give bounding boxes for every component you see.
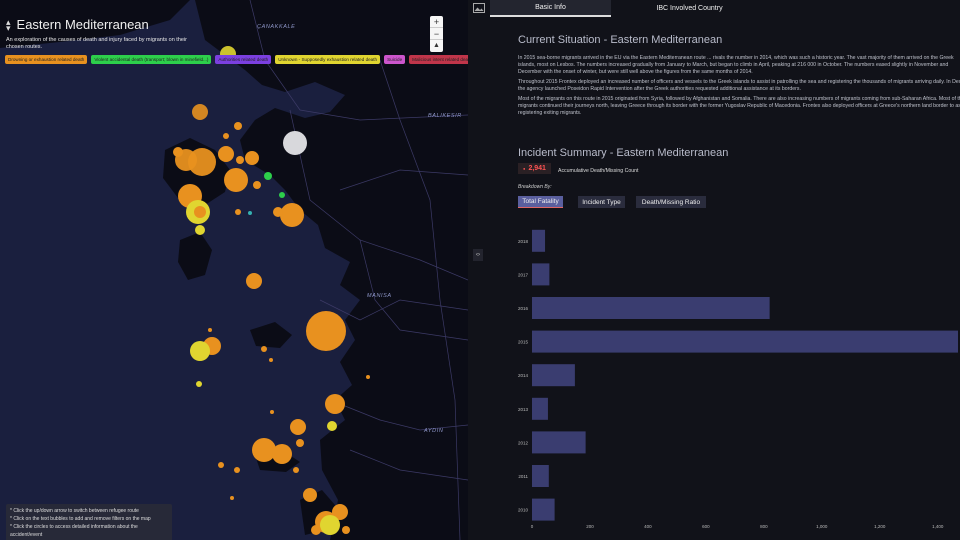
incident-marker[interactable] bbox=[320, 515, 340, 535]
incident-marker[interactable] bbox=[303, 488, 317, 502]
incident-marker[interactable] bbox=[196, 381, 202, 387]
incident-marker[interactable] bbox=[290, 419, 306, 435]
fatality-bar-chart: 2018 2017 2016 2015 2014 2013 2012 2011 2010 0 200… bbox=[518, 229, 958, 529]
bar-2014[interactable] bbox=[532, 364, 575, 387]
incident-marker[interactable] bbox=[270, 410, 274, 414]
incident-marker[interactable] bbox=[224, 168, 248, 192]
incident-marker[interactable] bbox=[208, 328, 212, 332]
info-panel: Basic Info IBC Involved Country ‹› Curre… bbox=[468, 0, 960, 540]
incident-marker[interactable] bbox=[269, 358, 273, 362]
x-tick-label: 0 bbox=[531, 524, 534, 529]
map-view[interactable]: ▴ ▾ Eastern Mediterranean An exploration… bbox=[0, 0, 468, 540]
incident-marker[interactable] bbox=[246, 273, 262, 289]
filter-chip-authorities[interactable]: Authorities related death bbox=[215, 55, 272, 64]
y-tick-label: 2015 bbox=[518, 340, 529, 345]
incident-marker[interactable] bbox=[192, 104, 208, 120]
bar-2013[interactable] bbox=[532, 397, 548, 420]
incident-marker[interactable] bbox=[234, 122, 242, 130]
incident-marker[interactable] bbox=[248, 211, 252, 215]
incident-marker[interactable] bbox=[235, 209, 241, 215]
instruction-line: * Click on the text bubbles to add and r… bbox=[10, 516, 151, 522]
incident-marker[interactable] bbox=[283, 131, 307, 155]
incident-marker[interactable] bbox=[223, 133, 229, 139]
incident-marker[interactable] bbox=[273, 207, 283, 217]
y-tick-label: 2012 bbox=[518, 440, 529, 445]
bar-2018[interactable] bbox=[532, 229, 546, 252]
route-title: Eastern Mediterranean bbox=[16, 17, 149, 32]
bar-2011[interactable] bbox=[532, 465, 549, 487]
y-tick-label: 2011 bbox=[518, 474, 528, 479]
island-chios bbox=[178, 232, 212, 280]
y-tick-label: 2014 bbox=[518, 373, 529, 378]
route-down-arrow-icon[interactable]: ▾ bbox=[6, 23, 11, 32]
y-tick-label: 2013 bbox=[518, 407, 529, 412]
incident-marker[interactable] bbox=[190, 341, 210, 361]
land-turkey bbox=[195, 0, 468, 540]
incident-marker[interactable] bbox=[245, 151, 259, 165]
incident-marker[interactable] bbox=[194, 206, 206, 218]
incident-marker[interactable] bbox=[253, 181, 261, 189]
bar-2015[interactable] bbox=[532, 330, 958, 353]
filter-chip-unknown[interactable]: Unknown - Supposedly exhaustion related … bbox=[275, 55, 381, 64]
incident-marker[interactable] bbox=[306, 311, 346, 351]
incident-marker[interactable] bbox=[272, 444, 292, 464]
instruction-line: * Click the up/down arrow to switch betw… bbox=[10, 508, 139, 514]
incident-marker[interactable] bbox=[296, 439, 304, 447]
filter-chip-drowning[interactable]: Drowning or exhaustion related death bbox=[5, 55, 88, 64]
bar-2016[interactable] bbox=[532, 297, 770, 319]
incident-marker[interactable] bbox=[280, 203, 304, 227]
place-label: MANISA bbox=[367, 293, 392, 299]
y-tick-label: 2016 bbox=[518, 306, 529, 311]
zoom-in-button[interactable]: + bbox=[430, 16, 443, 28]
bar-2017[interactable] bbox=[532, 263, 550, 286]
x-tick-label: 800 bbox=[760, 524, 768, 529]
x-tick-label: 600 bbox=[702, 524, 710, 529]
incident-marker[interactable] bbox=[293, 467, 299, 473]
incident-marker[interactable] bbox=[236, 156, 244, 164]
place-label: ÇANAKKALE bbox=[257, 24, 296, 30]
incident-marker[interactable] bbox=[311, 525, 321, 535]
island-samos bbox=[250, 322, 292, 348]
incident-marker[interactable] bbox=[279, 192, 285, 198]
y-tick-label: 2017 bbox=[518, 272, 529, 277]
place-label: BALIKESIR bbox=[428, 113, 462, 119]
incident-marker[interactable] bbox=[218, 146, 234, 162]
instruction-line: * Click the circles to access detailed i… bbox=[10, 524, 138, 538]
incident-marker[interactable] bbox=[230, 496, 234, 500]
incident-marker[interactable] bbox=[188, 148, 216, 176]
incident-marker[interactable] bbox=[218, 462, 224, 468]
route-description: An exploration of the causes of death an… bbox=[6, 37, 187, 50]
x-tick-label: 400 bbox=[644, 524, 652, 529]
place-label: AYDIN bbox=[424, 428, 444, 434]
x-tick-label: 200 bbox=[586, 524, 594, 529]
instructions-box: * Click the up/down arrow to switch betw… bbox=[6, 504, 172, 540]
route-switch-arrows[interactable]: ▴ ▾ bbox=[6, 17, 11, 32]
route-header: ▴ ▾ Eastern Mediterranean bbox=[6, 17, 149, 32]
zoom-controls: + − ▲ bbox=[430, 16, 443, 52]
bar-2010[interactable] bbox=[532, 498, 555, 521]
zoom-out-button[interactable]: − bbox=[430, 28, 443, 40]
filter-chip-suicide[interactable]: Suicide bbox=[384, 55, 406, 64]
x-tick-label: 1,200 bbox=[874, 524, 886, 529]
incident-marker[interactable] bbox=[195, 225, 205, 235]
x-tick-label: 1,000 bbox=[816, 524, 828, 529]
y-tick-label: 2018 bbox=[518, 239, 529, 244]
bar-2012[interactable] bbox=[532, 431, 586, 454]
filter-chip-malicious[interactable]: Malicious intent related death / Manslau… bbox=[409, 55, 468, 64]
incident-marker[interactable] bbox=[264, 172, 272, 180]
incident-marker[interactable] bbox=[366, 375, 370, 379]
filter-chip-violent-accident[interactable]: Violent accidental death (transport; blo… bbox=[91, 55, 212, 64]
incident-marker[interactable] bbox=[252, 438, 276, 462]
incident-marker[interactable] bbox=[342, 526, 350, 534]
x-tick-label: 1,400 bbox=[932, 524, 944, 529]
compass-button[interactable]: ▲ bbox=[430, 40, 443, 52]
y-tick-label: 2010 bbox=[518, 508, 529, 513]
incident-marker[interactable] bbox=[261, 346, 267, 352]
incident-marker[interactable] bbox=[327, 421, 337, 431]
incident-marker[interactable] bbox=[325, 394, 345, 414]
map-canvas[interactable] bbox=[0, 0, 468, 540]
incident-marker[interactable] bbox=[234, 467, 240, 473]
filter-chips: Drowning or exhaustion related death Vio… bbox=[5, 55, 468, 64]
